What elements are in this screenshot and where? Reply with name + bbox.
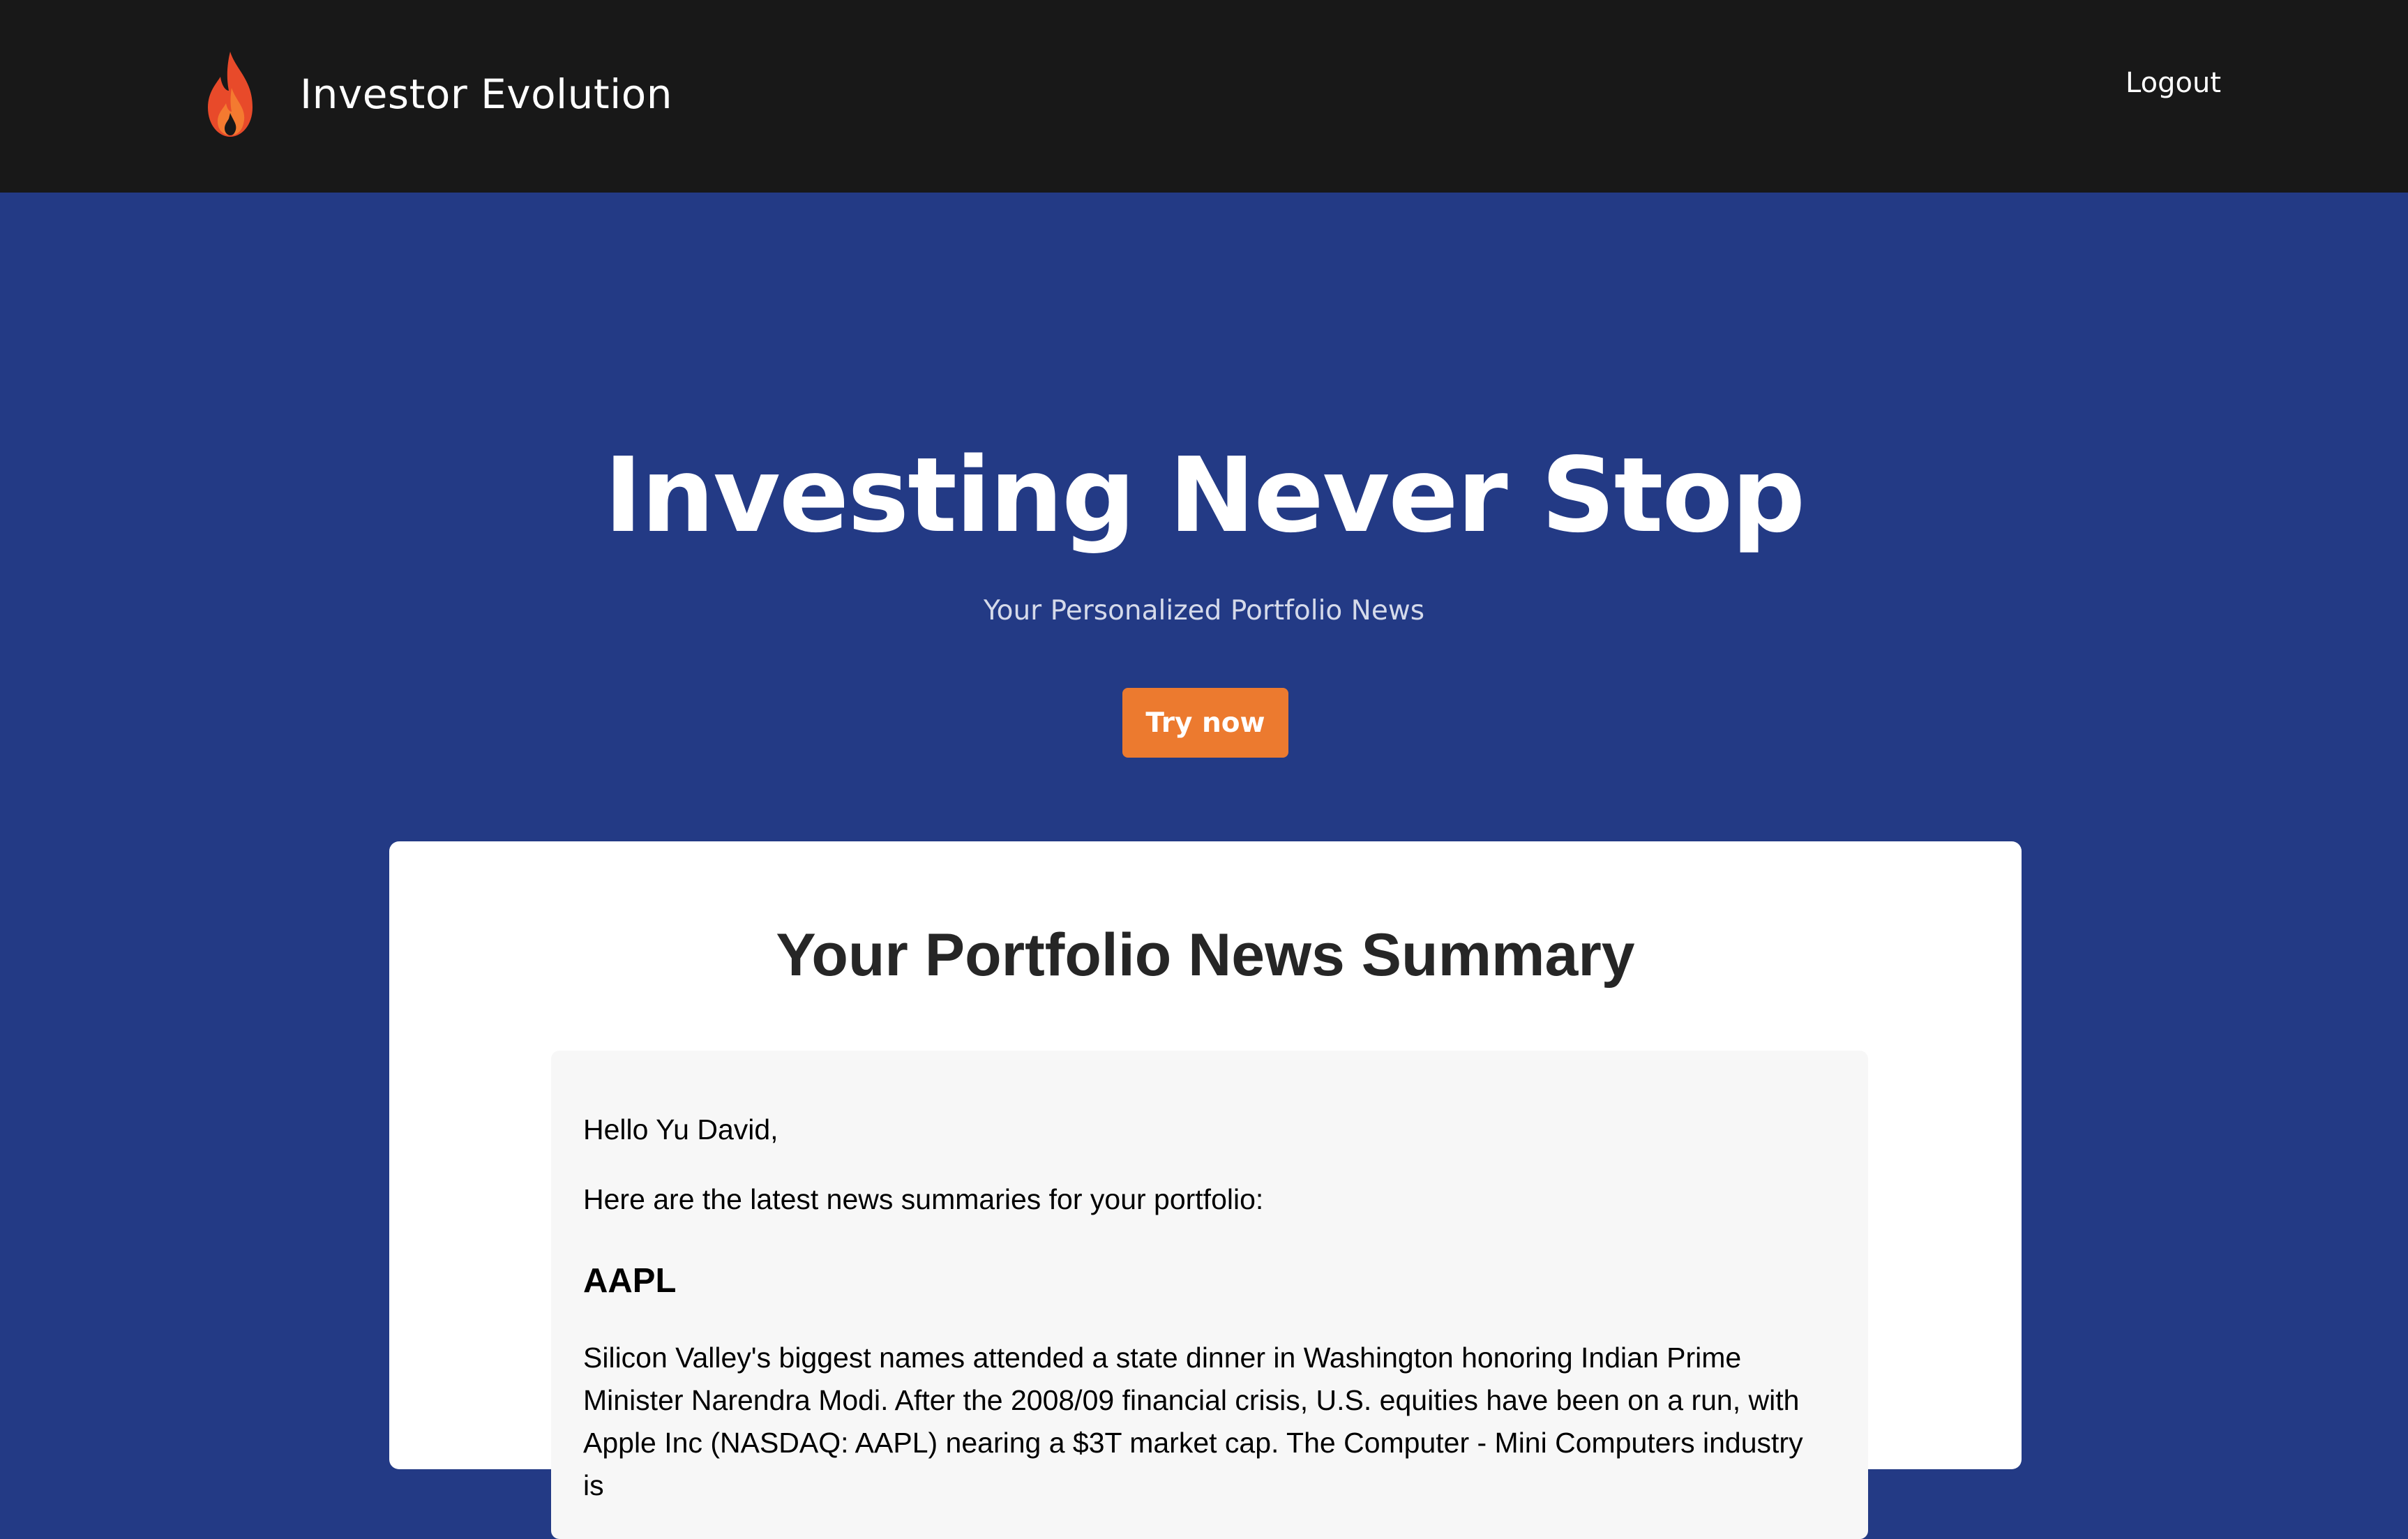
brand-name: Investor Evolution: [300, 70, 673, 118]
try-now-button[interactable]: Try now: [1122, 688, 1288, 758]
card-title: Your Portfolio News Summary: [776, 922, 1635, 989]
top-navbar: Investor Evolution Logout: [0, 0, 2408, 193]
ticker-summary: Silicon Valley's biggest names attended …: [583, 1342, 1803, 1501]
flame-icon: [208, 52, 253, 137]
logout-link[interactable]: Logout: [2125, 67, 2221, 99]
hero-title: Investing Never Stop: [603, 435, 1805, 555]
hero-subtitle: Your Personalized Portfolio News: [983, 595, 1425, 626]
brand[interactable]: Investor Evolution: [202, 42, 672, 147]
ticker-heading: AAPL: [583, 1262, 677, 1300]
greeting-text: Hello Yu David,: [583, 1113, 778, 1146]
news-summary-box: Hello Yu David, Here are the latest news…: [551, 1051, 1868, 1539]
portfolio-summary-card: Your Portfolio News Summary Hello Yu Dav…: [389, 841, 2022, 1539]
intro-text: Here are the latest news summaries for y…: [583, 1183, 1264, 1215]
